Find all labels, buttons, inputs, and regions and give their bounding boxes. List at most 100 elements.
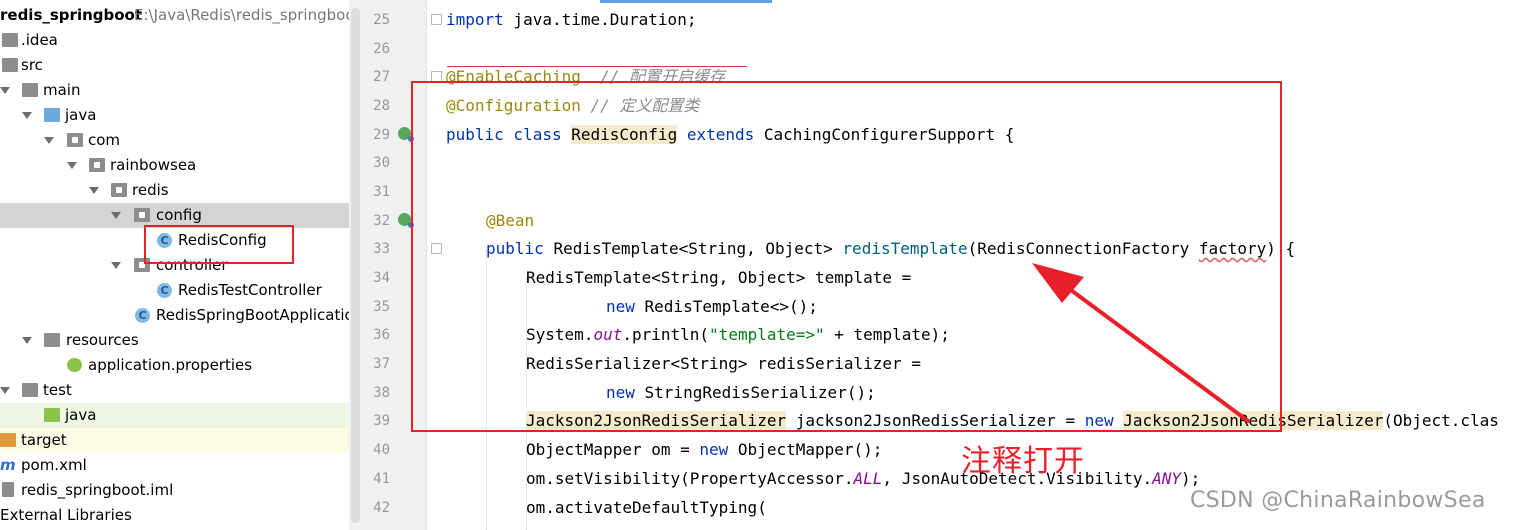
line-number: 25 bbox=[373, 12, 390, 28]
tree-item-label: java bbox=[65, 406, 97, 424]
tree-item-label: com bbox=[88, 131, 121, 149]
tree-item-redis[interactable]: redis bbox=[0, 178, 362, 203]
chevron-down-icon[interactable] bbox=[89, 187, 99, 194]
tree-scrollbar-thumb[interactable] bbox=[351, 8, 360, 523]
chevron-down-icon[interactable] bbox=[0, 87, 10, 94]
properties-file-icon bbox=[67, 358, 82, 372]
package-icon bbox=[67, 133, 83, 147]
line-number: 33 bbox=[373, 241, 390, 257]
tree-item-label: src bbox=[21, 56, 43, 74]
tree-scrollbar[interactable] bbox=[349, 0, 362, 530]
test-folder-icon bbox=[44, 408, 60, 422]
tree-item-application-class[interactable]: C RedisSpringBootApplication bbox=[0, 303, 362, 328]
tree-item-com[interactable]: com bbox=[0, 128, 362, 153]
line-number: 32 bbox=[373, 213, 390, 229]
tree-item-label: main bbox=[43, 81, 81, 99]
line-number: 37 bbox=[373, 356, 390, 372]
tree-root-path: E:\Java\Redis\redis_springboot bbox=[134, 6, 361, 24]
tree-item-label: rainbowsea bbox=[110, 156, 197, 174]
code-token: import bbox=[446, 10, 504, 29]
tree-item-redistestcontroller[interactable]: C RedisTestController bbox=[0, 278, 362, 303]
tree-item-external-libraries[interactable]: External Libraries bbox=[0, 503, 362, 528]
code-line-42: om.activateDefaultTyping( bbox=[526, 494, 767, 522]
tree-root[interactable]: redis_springboot E:\Java\Redis\redis_spr… bbox=[0, 3, 362, 28]
line-number: 31 bbox=[373, 184, 390, 200]
line-number: 30 bbox=[373, 155, 390, 171]
tree-item-label: External Libraries bbox=[0, 506, 132, 524]
line-number: 38 bbox=[373, 385, 390, 401]
chevron-down-icon[interactable] bbox=[0, 387, 10, 394]
annotation-label: 注释打开 bbox=[961, 444, 1085, 479]
code-line-40: ObjectMapper om = new ObjectMapper(); bbox=[526, 436, 882, 464]
line-number: 36 bbox=[373, 327, 390, 343]
tree-item-label: pom.xml bbox=[21, 456, 87, 474]
tree-item-iml[interactable]: redis_springboot.iml bbox=[0, 478, 362, 503]
tree-item-label: redis bbox=[132, 181, 169, 199]
tree-root-label: redis_springboot bbox=[0, 6, 143, 24]
class-icon: C bbox=[157, 283, 172, 298]
tree-item-rainbowsea[interactable]: rainbowsea bbox=[0, 153, 362, 178]
tree-item-label: test bbox=[43, 381, 72, 399]
folder-icon bbox=[22, 83, 38, 97]
tree-item-target[interactable]: target bbox=[0, 428, 362, 453]
watermark: CSDN @ChinaRainbowSea bbox=[1190, 488, 1486, 513]
chevron-down-icon[interactable] bbox=[111, 262, 121, 269]
tree-item-src[interactable]: src bbox=[0, 53, 362, 78]
strikethrough-mark bbox=[447, 66, 747, 67]
tree-item-label: target bbox=[21, 431, 67, 449]
package-icon bbox=[89, 158, 105, 172]
code-line-25: import java.time.Duration; bbox=[446, 6, 696, 34]
line-number: 40 bbox=[373, 442, 390, 458]
bean-gutter-icon[interactable] bbox=[398, 213, 414, 228]
excluded-folder-icon bbox=[0, 433, 16, 447]
spring-boot-class-icon: C bbox=[135, 308, 150, 323]
package-icon bbox=[134, 208, 150, 222]
tree-item-idea[interactable]: .idea bbox=[0, 28, 362, 53]
folder-icon bbox=[2, 33, 18, 47]
tree-item-label: java bbox=[65, 106, 97, 124]
line-number: 39 bbox=[373, 413, 390, 429]
chevron-down-icon[interactable] bbox=[44, 137, 54, 144]
code-token: om.setVisibility(PropertyAccessor. bbox=[526, 469, 854, 488]
folder-icon bbox=[22, 383, 38, 397]
tree-item-label: RedisTestController bbox=[178, 281, 322, 299]
folder-icon bbox=[2, 58, 18, 72]
maven-icon: m bbox=[0, 456, 16, 474]
tree-item-label: RedisSpringBootApplication bbox=[156, 306, 362, 324]
line-number: 34 bbox=[373, 270, 390, 286]
tree-item-resources[interactable]: resources bbox=[0, 328, 362, 353]
line-number: 29 bbox=[373, 127, 390, 143]
line-number: 27 bbox=[373, 69, 390, 85]
code-token: om.activateDefaultTyping( bbox=[526, 498, 767, 517]
tree-item-java[interactable]: java bbox=[0, 103, 362, 128]
project-tree: redis_springboot E:\Java\Redis\redis_spr… bbox=[0, 0, 362, 530]
tree-item-application-properties[interactable]: application.properties bbox=[0, 353, 362, 378]
chevron-down-icon[interactable] bbox=[67, 162, 77, 169]
chevron-down-icon[interactable] bbox=[22, 337, 32, 344]
tree-item-main[interactable]: main bbox=[0, 78, 362, 103]
line-number: 41 bbox=[373, 471, 390, 487]
code-token: new bbox=[699, 440, 738, 459]
tree-item-label: resources bbox=[66, 331, 139, 349]
chevron-down-icon[interactable] bbox=[111, 212, 121, 219]
bean-config-gutter-icon[interactable] bbox=[398, 127, 414, 142]
tree-item-label: application.properties bbox=[88, 356, 253, 374]
code-token: ); bbox=[1181, 469, 1201, 488]
tree-item-test-java[interactable]: java bbox=[0, 403, 362, 428]
annotation-arrow-icon bbox=[1032, 263, 1250, 423]
tree-item-label: .idea bbox=[21, 31, 58, 49]
code-token: java.time.Duration; bbox=[503, 10, 697, 29]
module-file-icon bbox=[2, 482, 14, 497]
code-token: ObjectMapper om = bbox=[526, 440, 700, 459]
tree-item-test[interactable]: test bbox=[0, 378, 362, 403]
code-token: (Object.clas bbox=[1383, 411, 1499, 430]
line-number: 26 bbox=[373, 41, 390, 57]
tree-item-pom[interactable]: m pom.xml bbox=[0, 453, 362, 478]
chevron-down-icon[interactable] bbox=[22, 112, 32, 119]
tree-item-label: redis_springboot.iml bbox=[21, 481, 174, 499]
code-line-41: om.setVisibility(PropertyAccessor.ALL, J… bbox=[526, 465, 1200, 493]
highlight-box-redisconfig bbox=[144, 225, 294, 264]
code-token: ALL bbox=[853, 469, 883, 488]
package-icon bbox=[111, 183, 127, 197]
line-number: 28 bbox=[373, 98, 390, 114]
